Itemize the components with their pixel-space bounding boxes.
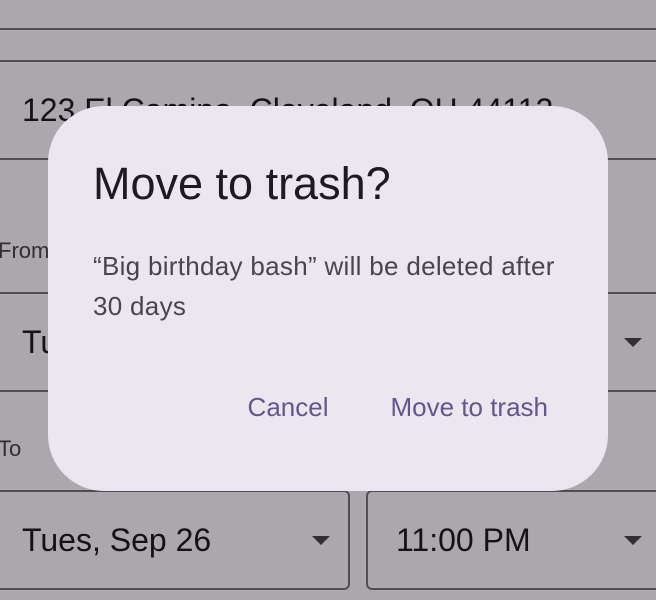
- dialog-actions: Cancel Move to trash: [234, 386, 562, 429]
- confirm-dialog: Move to trash? “Big birthday bash” will …: [48, 106, 608, 491]
- cancel-button[interactable]: Cancel: [234, 386, 343, 429]
- move-to-trash-button[interactable]: Move to trash: [376, 386, 562, 429]
- dialog-title: Move to trash?: [93, 158, 391, 209]
- dialog-message: “Big birthday bash” will be deleted afte…: [93, 251, 555, 321]
